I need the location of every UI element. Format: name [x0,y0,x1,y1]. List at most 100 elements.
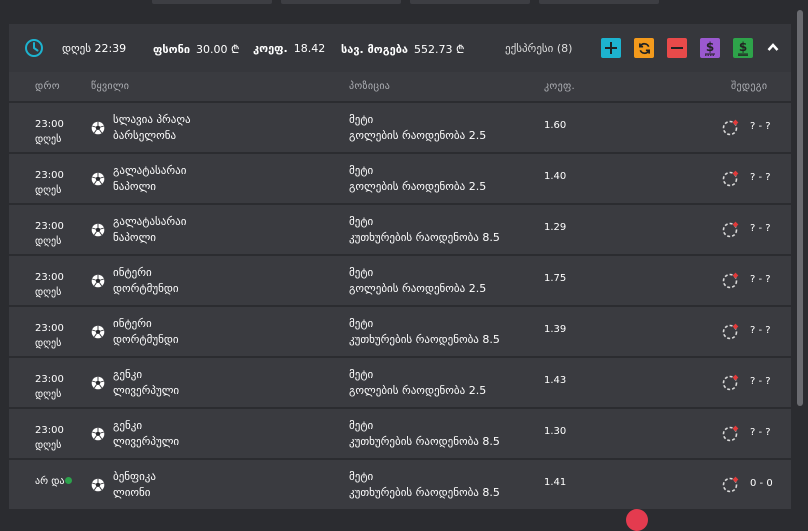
bet-row[interactable]: 23:00 დღეს ინტერი დორტმუნდი მეტი გოლების რაოდ… [9,254,791,305]
bet-time: 23:00 დღეს [35,168,64,198]
soccer-ball-icon [91,274,105,288]
bet-row[interactable]: 23:00 დღეს გენკი ლივერპული მეტი კუთხურების რა… [9,407,791,458]
away-team: ნაპოლი [113,231,156,244]
dollar-icon: $ [705,40,715,56]
top-tabs [0,0,808,6]
top-tab[interactable] [410,0,530,4]
express-label: ექსპრესი (8) [505,42,573,55]
match-day-text: დღეს [35,389,62,400]
bet-position: მეტი კუთხურების რაოდენობა 8.5 [349,316,500,348]
bet-time: 23:00 დღეს [35,321,64,351]
remove-button[interactable] [667,38,687,58]
position-market: გოლების რაოდენობა 2.5 [349,384,487,397]
soccer-ball-icon [91,223,105,237]
top-tab[interactable] [152,0,272,4]
away-team: ლივერპული [113,384,180,397]
pending-result-icon [722,170,739,187]
bet-odds: 1.75 [544,273,567,284]
match-time: 23:00 [35,374,64,385]
bottom-bar [0,509,808,520]
cashout-button[interactable]: $ [733,38,753,58]
refresh-button[interactable] [634,38,654,58]
bet-odds: 1.41 [544,477,567,488]
match-teams: ბენფიკა ლიონი [113,469,156,501]
stake-label: ფსონი [153,43,191,56]
away-team: ლივერპული [113,435,180,448]
top-tab[interactable] [539,0,659,4]
match-teams: სლავია პრაღა ბარსელონა [113,112,191,144]
bet-row[interactable]: არ და ბენფიკა ლიონი მეტი კუთხურების რაოდენობ… [9,458,791,509]
odds-label: კოეფ. [253,42,288,55]
match-teams: გალატასარაი ნაპოლი [113,214,186,246]
soccer-ball-icon [91,376,105,390]
bet-position: მეტი გოლების რაოდენობა 2.5 [349,163,486,195]
bet-position: მეტი გოლების რაოდენობა 2.5 [349,112,486,144]
position-market: გოლების რაოდენობა 2.5 [349,180,487,193]
clock-icon [25,39,43,57]
match-day-text: დღეს [35,287,62,298]
position-market: გოლების რაოდენობა 2.5 [349,129,487,142]
top-tab[interactable] [281,0,401,4]
match-day: დღეს [35,183,64,198]
bet-row[interactable]: 23:00 დღეს გალატასარაი ნაპოლი მეტი კუთხურების… [9,203,791,254]
refresh-icon [638,42,650,54]
bet-header[interactable]: დღეს 22:39 ფსონი 30.00 ₾ კოეფ. 18.42 სავ. … [9,24,791,72]
bet-time: არ და [35,474,73,489]
position-pick: მეტი [349,419,374,432]
match-day-text: დღეს [35,134,62,145]
position-pick: მეტი [349,368,374,381]
column-match: წყვილი [91,81,130,92]
chevron-up-icon[interactable] [767,42,779,52]
bet-position: მეტი გოლების რაოდენობა 2.5 [349,367,486,399]
match-day-text: დღეს [35,236,62,247]
match-day-text: დღეს [35,440,62,451]
bet-odds: 1.39 [544,324,567,335]
position-pick: მეტი [349,470,374,483]
bet-odds: 1.43 [544,375,567,386]
bet-odds: 1.40 [544,171,567,182]
pending-result-icon [722,272,739,289]
home-team: გენკი [113,419,143,432]
match-day-text: არ და [35,476,65,487]
bet-position: მეტი კუთხურების რაოდენობა 8.5 [349,214,500,246]
bet-row[interactable]: 23:00 დღეს სლავია პრაღა ბარსელონა მეტი გოლები… [9,101,791,152]
bet-odds: 1.30 [544,426,567,437]
bet-row[interactable]: 23:00 დღეს გალატასარაი ნაპოლი მეტი გოლების რა… [9,152,791,203]
scrollbar[interactable] [797,10,803,406]
column-time: დრო [35,81,60,92]
bet-time: 23:00 დღეს [35,372,64,402]
bet-position: მეტი კუთხურების რაოდენობა 8.5 [349,418,500,450]
match-day: დღეს [35,387,64,402]
bet-date: დღეს 22:39 [62,42,127,55]
home-team: ინტერი [113,317,152,330]
home-team: ბენფიკა [113,470,156,483]
match-time: 23:00 [35,170,64,181]
pending-result-icon [722,119,739,136]
position-market: კუთხურების რაოდენობა 8.5 [349,231,500,244]
notification-badge[interactable] [626,509,648,531]
match-teams: გენკი ლივერპული [113,367,179,399]
pending-result-icon [722,476,739,493]
pending-result-icon [722,425,739,442]
position-market: გოლების რაოდენობა 2.5 [349,282,487,295]
dollar-button[interactable]: $ [700,38,720,58]
match-day: დღეს [35,285,64,300]
possible-win: სავ. მოგება 552.73 ₾ [341,42,464,57]
match-teams: ინტერი დორტმუნდი [113,265,179,297]
bet-odds: 1.29 [544,222,567,233]
match-score: ? - ? [750,121,771,132]
soccer-ball-icon [91,325,105,339]
match-score: ? - ? [750,427,771,438]
add-button[interactable] [601,38,621,58]
soccer-ball-icon [91,172,105,186]
match-teams: გენკი ლივერპული [113,418,179,450]
bet-row[interactable]: 23:00 დღეს ინტერი დორტმუნდი მეტი კუთხურების რ… [9,305,791,356]
position-pick: მეტი [349,266,374,279]
match-time: 23:00 [35,323,64,334]
bet-position: მეტი გოლების რაოდენობა 2.5 [349,265,486,297]
bet-position: მეტი კუთხურების რაოდენობა 8.5 [349,469,500,501]
soccer-ball-icon [91,478,105,492]
bet-row[interactable]: 23:00 დღეს გენკი ლივერპული მეტი გოლების რაოდე… [9,356,791,407]
minus-icon [671,47,683,49]
total-odds: კოეფ. 18.42 [253,42,325,55]
